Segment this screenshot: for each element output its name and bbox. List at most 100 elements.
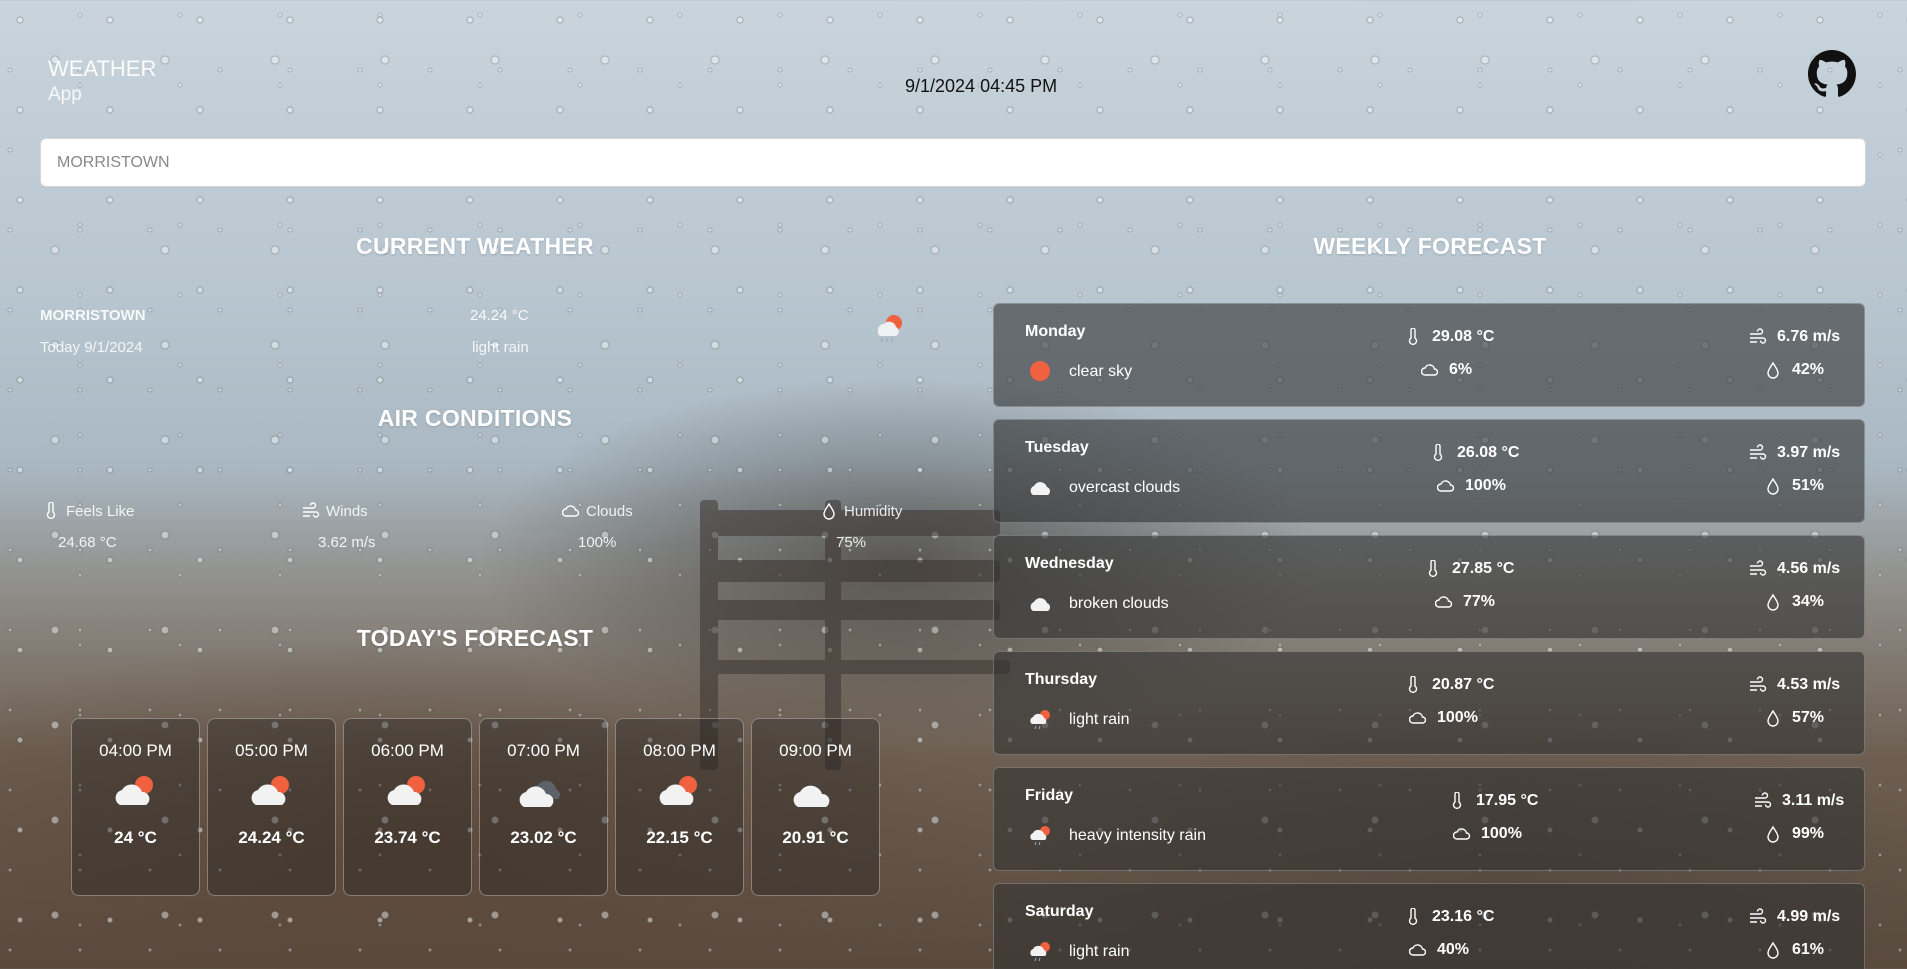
current-date: Today 9/1/2024 (40, 339, 143, 356)
winds-stat: Winds 3.62 m/s (302, 502, 376, 551)
winds-value: 3.62 m/s (318, 534, 376, 551)
cloud-icon (1030, 598, 1051, 611)
day-clouds: 40% (1409, 941, 1469, 959)
cloud-icon (1030, 482, 1051, 495)
thermometer-icon (1408, 676, 1418, 694)
day-name: Wednesday (1025, 555, 1114, 572)
day-humidity: 51% (1764, 477, 1824, 495)
cloud-icon (1453, 828, 1471, 840)
app-logo[interactable]: WEATHER App (48, 55, 156, 106)
humidity-icon (1767, 593, 1779, 611)
wind-icon (303, 502, 320, 518)
air-conditions-title: AIR CONDITIONS (377, 405, 573, 431)
hour-time: 08:00 PM (643, 741, 716, 760)
humidity-icon (1767, 477, 1779, 495)
day-humidity: 61% (1764, 941, 1824, 959)
weekly-forecast-title: WEEKLY FORECAST (1313, 233, 1547, 259)
humidity-icon (1767, 825, 1779, 843)
hour-time: 07:00 PM (507, 741, 580, 760)
day-card-monday: Monday clear sky 29.08 °C 6% 6.76 m/s 42… (993, 303, 1865, 407)
day-card-wednesday: Wednesday broken clouds 27.85 °C 77% 4.5… (993, 535, 1865, 639)
day-name: Tuesday (1025, 439, 1089, 456)
light-rain-icon (877, 315, 902, 343)
day-card-saturday: Saturday light rain 23.16 °C 40% 4.99 m/… (993, 883, 1865, 969)
app-subtitle: App (48, 83, 82, 105)
day-humidity: 99% (1764, 825, 1824, 843)
partly-cloudy-icon (251, 776, 289, 805)
day-description: light rain (1069, 711, 1130, 728)
day-clouds: 100% (1453, 825, 1522, 843)
day-temp: 27.85 °C (1424, 560, 1514, 578)
wind-icon (1755, 792, 1772, 808)
cloud-icon (562, 505, 580, 517)
cloud-icon (1421, 364, 1439, 376)
cloud-icon (1435, 596, 1453, 608)
day-name: Monday (1025, 323, 1086, 340)
day-description: broken clouds (1069, 595, 1169, 612)
day-description: clear sky (1069, 363, 1133, 380)
todays-forecast-title: TODAY'S FORECAST (356, 625, 594, 651)
hour-card: 05:00 PM 24.24 °C (207, 718, 336, 896)
clouds-value: 100% (578, 534, 617, 551)
github-icon[interactable] (1808, 50, 1856, 98)
day-name: Saturday (1025, 903, 1094, 920)
thermometer-icon (46, 502, 56, 520)
partly-cloudy-icon (115, 776, 153, 805)
rain-icon (1030, 942, 1050, 962)
day-clouds: 6% (1421, 361, 1472, 379)
wind-icon (1750, 444, 1767, 460)
feels-like-stat: Feels Like 24.68 °C (42, 502, 134, 551)
hour-card: 08:00 PM 22.15 °C (615, 718, 744, 896)
rain-icon (1030, 826, 1050, 846)
hour-card: 07:00 PM 23.02 °C (479, 718, 608, 896)
dark-cloud-icon (519, 780, 560, 807)
day-name: Thursday (1025, 671, 1098, 688)
day-humidity: 57% (1764, 709, 1824, 727)
hour-temp: 24.24 °C (238, 828, 305, 847)
day-wind: 4.99 m/s (1749, 908, 1840, 926)
hour-time: 05:00 PM (235, 741, 308, 760)
current-city: MORRISTOWN (40, 307, 146, 324)
day-description: light rain (1069, 943, 1130, 960)
day-description: heavy intensity rain (1069, 827, 1206, 844)
partly-cloudy-icon (659, 776, 697, 805)
day-wind: 3.11 m/s (1754, 792, 1844, 810)
day-temp: 23.16 °C (1404, 908, 1494, 926)
hour-temp: 20.91 °C (782, 828, 849, 847)
cloud-icon (793, 785, 829, 807)
hour-time: 04:00 PM (99, 741, 172, 760)
hour-temp: 22.15 °C (646, 828, 713, 847)
cloud-icon (1409, 712, 1427, 724)
hour-temp: 23.74 °C (374, 828, 441, 847)
cloud-icon (1409, 944, 1427, 956)
city-search-input[interactable] (40, 138, 1866, 187)
humidity-icon (1767, 941, 1779, 959)
humidity-value: 75% (836, 534, 867, 551)
wind-icon (1750, 328, 1767, 344)
day-name: Friday (1025, 787, 1074, 804)
hour-time: 09:00 PM (779, 741, 852, 760)
rain-icon (1030, 710, 1050, 730)
feels-like-label: Feels Like (66, 502, 135, 520)
humidity-label: Humidity (844, 502, 903, 520)
day-card-tuesday: Tuesday overcast clouds 26.08 °C 100% 3.… (993, 419, 1865, 523)
clouds-label: Clouds (586, 502, 633, 520)
wind-icon (1750, 676, 1767, 692)
day-wind: 4.53 m/s (1749, 676, 1840, 694)
hour-temp: 23.02 °C (510, 828, 577, 847)
hour-time: 06:00 PM (371, 741, 444, 760)
current-datetime: 9/1/2024 04:45 PM (905, 76, 1058, 96)
thermometer-icon (1452, 792, 1462, 810)
thermometer-icon (1433, 444, 1443, 462)
day-wind: 4.56 m/s (1749, 560, 1840, 578)
day-wind: 6.76 m/s (1749, 328, 1840, 346)
humidity-icon (1767, 709, 1779, 727)
hour-temp: 24 °C (114, 828, 157, 847)
hour-card: 09:00 PM 20.91 °C (751, 718, 880, 896)
current-description: light rain (472, 339, 529, 356)
app-title: WEATHER (48, 56, 157, 81)
day-card-friday: Friday heavy intensity rain 17.95 °C 100… (993, 767, 1865, 871)
humidity-icon (1767, 361, 1779, 379)
day-wind: 3.97 m/s (1749, 444, 1840, 462)
day-temp: 17.95 °C (1448, 792, 1538, 810)
